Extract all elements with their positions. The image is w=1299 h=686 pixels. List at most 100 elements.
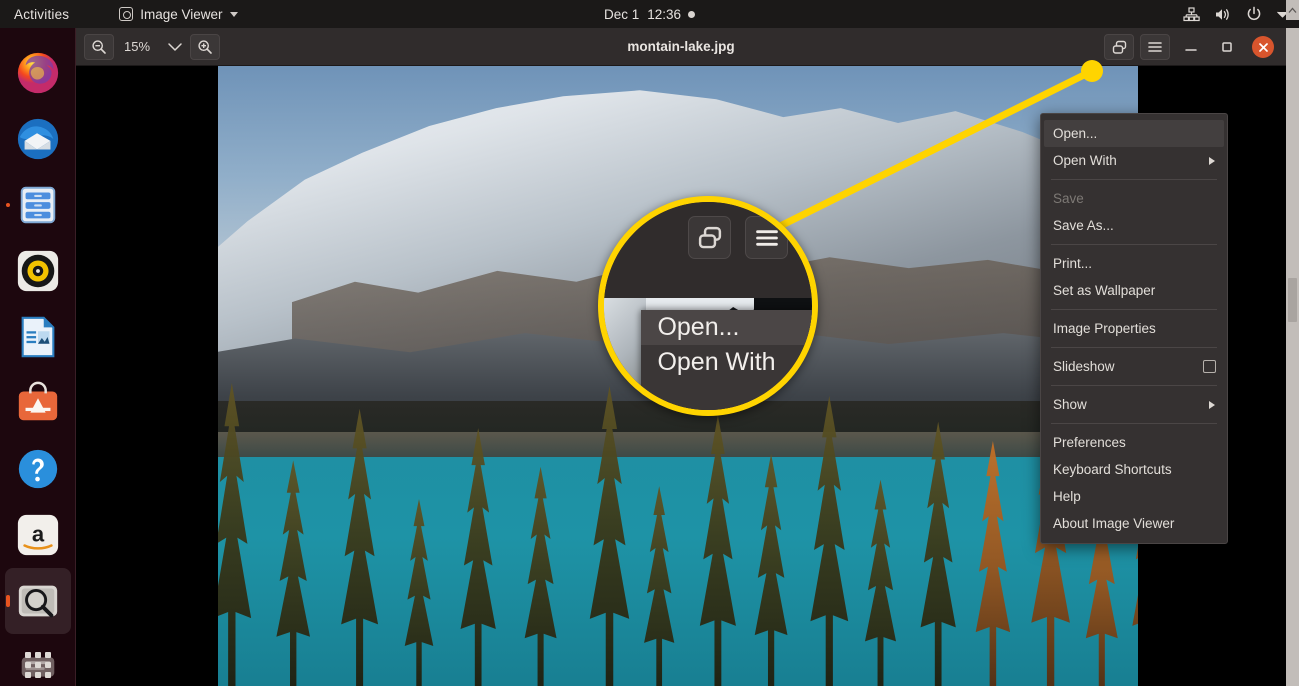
menu-item-label: Keyboard Shortcuts bbox=[1053, 462, 1172, 477]
duplicate-window-icon[interactable] bbox=[688, 216, 731, 259]
app-grid-dot bbox=[34, 672, 41, 678]
app-menu-label: Image Viewer bbox=[140, 6, 223, 22]
menu-item-label: Help bbox=[1053, 489, 1081, 504]
menu-item-keyboard-shortcuts[interactable]: Keyboard Shortcuts bbox=[1041, 456, 1227, 483]
photo-tree bbox=[644, 486, 675, 686]
menu-separator bbox=[1051, 309, 1217, 310]
image-viewer-icon bbox=[15, 578, 61, 624]
zoom-level-label[interactable]: 15% bbox=[114, 39, 160, 54]
photo-tree bbox=[404, 499, 434, 686]
menu-item-open-with[interactable]: Open With bbox=[1041, 147, 1227, 174]
duplicate-window-icon[interactable] bbox=[1104, 34, 1134, 60]
app-grid-dot bbox=[44, 652, 51, 658]
dock-item-help[interactable] bbox=[5, 436, 71, 502]
menu-item-slideshow[interactable]: Slideshow bbox=[1041, 353, 1227, 380]
minimize-icon[interactable] bbox=[1176, 34, 1206, 60]
power-icon[interactable] bbox=[1246, 6, 1262, 22]
menu-item-print[interactable]: Print... bbox=[1041, 250, 1227, 277]
menu-item-about-image-viewer[interactable]: About Image Viewer bbox=[1041, 510, 1227, 537]
menu-item-save: Save bbox=[1041, 185, 1227, 212]
app-menu-button[interactable]: Image Viewer bbox=[119, 6, 238, 22]
dock-item-ubuntu-software[interactable] bbox=[5, 370, 71, 436]
app-grid-dot bbox=[24, 652, 31, 658]
dock-item-amazon[interactable]: a bbox=[5, 502, 71, 568]
maximize-icon[interactable] bbox=[1212, 34, 1242, 60]
photo-tree bbox=[460, 428, 496, 686]
hamburger-menu-icon[interactable] bbox=[1140, 34, 1170, 60]
chevron-right-icon bbox=[1209, 156, 1215, 165]
libreoffice-impress-icon bbox=[15, 314, 61, 360]
ubuntu-software-icon bbox=[15, 380, 61, 426]
photo-tree bbox=[341, 408, 379, 686]
magnified-menu-item-open-with[interactable]: Open With bbox=[641, 345, 812, 380]
dock-item-image-viewer[interactable] bbox=[4, 568, 71, 634]
dock-item-rhythmbox[interactable] bbox=[5, 238, 71, 304]
thunderbird-icon bbox=[15, 116, 61, 162]
app-grid-dot bbox=[44, 662, 51, 668]
zoom-in-icon[interactable] bbox=[190, 33, 221, 60]
menu-separator bbox=[1051, 179, 1217, 180]
photo-tree bbox=[810, 395, 849, 686]
files-icon bbox=[15, 182, 61, 228]
show-applications-button[interactable] bbox=[24, 652, 51, 678]
network-icon[interactable] bbox=[1183, 6, 1200, 22]
photo-tree bbox=[920, 421, 956, 686]
chevron-right-icon bbox=[1209, 400, 1215, 409]
menu-item-label: Open With bbox=[1053, 153, 1117, 168]
dock-item-files[interactable] bbox=[5, 172, 71, 238]
menu-item-label: About Image Viewer bbox=[1053, 516, 1175, 531]
zoom-out-icon[interactable] bbox=[84, 33, 114, 60]
menu-item-label: Save As... bbox=[1053, 218, 1114, 233]
volume-icon[interactable] bbox=[1214, 7, 1232, 22]
menu-item-open[interactable]: Open... bbox=[1044, 120, 1224, 147]
amazon-icon: a bbox=[15, 512, 61, 558]
app-grid-dot bbox=[34, 652, 41, 658]
menu-item-show[interactable]: Show bbox=[1041, 391, 1227, 418]
magnifier-content: Open... Open With bbox=[604, 202, 812, 410]
desktop-screen: 15% montain-lake.jpg Open... Open With S… bbox=[0, 0, 1299, 686]
menu-separator bbox=[1051, 423, 1217, 424]
menu-item-label: Open... bbox=[1053, 126, 1098, 141]
close-icon[interactable] bbox=[1252, 36, 1274, 58]
scrollbar-up-arrow[interactable] bbox=[1286, 0, 1299, 20]
svg-text:a: a bbox=[31, 522, 44, 547]
menu-item-set-as-wallpaper[interactable]: Set as Wallpaper bbox=[1041, 277, 1227, 304]
magnified-menu: Open... Open With bbox=[641, 310, 812, 410]
menu-item-preferences[interactable]: Preferences bbox=[1041, 429, 1227, 456]
chevron-down-icon bbox=[229, 11, 238, 17]
magnified-menu-item-open[interactable]: Open... bbox=[641, 310, 812, 346]
magnifier-callout: Open... Open With bbox=[598, 196, 818, 416]
photo-tree bbox=[589, 386, 630, 686]
scrollbar-thumb[interactable] bbox=[1288, 278, 1297, 322]
activities-button[interactable]: Activities bbox=[14, 7, 69, 22]
dock-item-firefox[interactable] bbox=[5, 40, 71, 106]
clock[interactable]: Dec 1 12:36 bbox=[604, 7, 681, 22]
menu-separator bbox=[1051, 244, 1217, 245]
photo-tree bbox=[754, 453, 788, 686]
window-titlebar: 15% montain-lake.jpg bbox=[76, 28, 1286, 66]
menu-item-image-properties[interactable]: Image Properties bbox=[1041, 315, 1227, 342]
help-icon bbox=[15, 446, 61, 492]
app-main-menu[interactable]: Open... Open With Save Save As... Print... Se… bbox=[1040, 113, 1228, 544]
dock-item-libreoffice-impress[interactable] bbox=[5, 304, 71, 370]
menu-item-label: Image Properties bbox=[1053, 321, 1156, 336]
vertical-scrollbar[interactable] bbox=[1286, 28, 1299, 686]
menu-item-help[interactable]: Help bbox=[1041, 483, 1227, 510]
close-button[interactable] bbox=[1248, 34, 1278, 60]
firefox-icon bbox=[15, 50, 61, 96]
menu-separator bbox=[1051, 385, 1217, 386]
rhythmbox-icon bbox=[15, 248, 61, 294]
app-grid-dot bbox=[34, 662, 41, 668]
dock-item-thunderbird[interactable] bbox=[5, 106, 71, 172]
menu-item-save-as[interactable]: Save As... bbox=[1041, 212, 1227, 239]
chevron-down-icon[interactable] bbox=[160, 34, 190, 60]
menu-item-label: Set as Wallpaper bbox=[1053, 283, 1156, 298]
hamburger-menu-icon[interactable] bbox=[745, 216, 788, 259]
photo-tree bbox=[524, 466, 557, 686]
window-controls bbox=[1104, 28, 1278, 66]
system-tray[interactable] bbox=[1183, 6, 1289, 22]
menu-item-label: Slideshow bbox=[1053, 359, 1115, 374]
photo-tree bbox=[218, 382, 252, 686]
menu-separator bbox=[1051, 347, 1217, 348]
checkbox-icon[interactable] bbox=[1203, 360, 1216, 373]
